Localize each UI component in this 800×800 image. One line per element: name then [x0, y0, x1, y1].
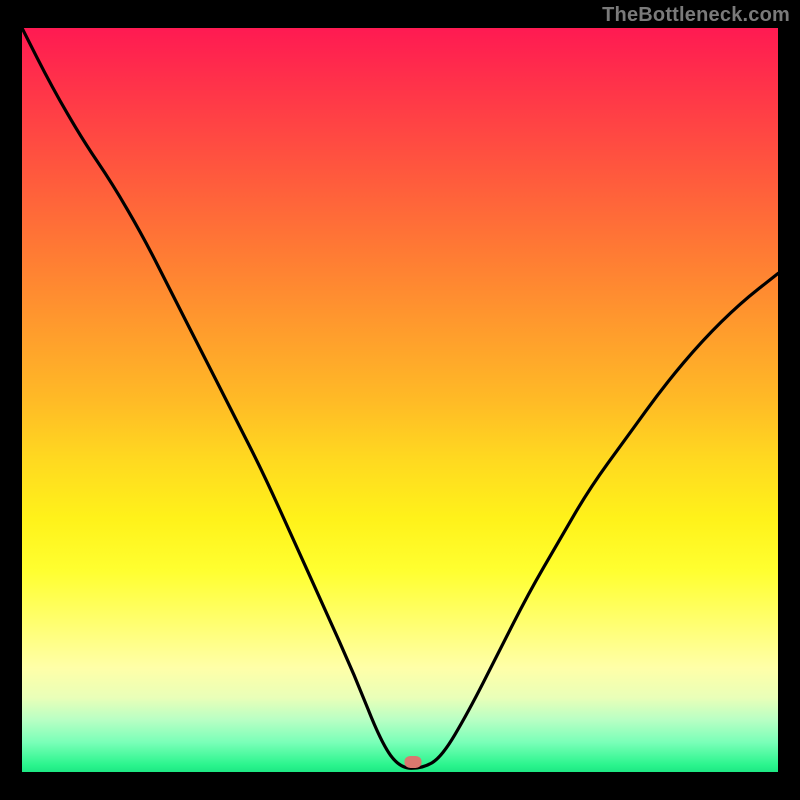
watermark-text: TheBottleneck.com: [602, 4, 790, 27]
plot-area: [22, 28, 778, 772]
chart-stage: TheBottleneck.com: [0, 0, 800, 800]
bottleneck-curve: [22, 28, 778, 772]
optimum-marker: [404, 756, 421, 768]
